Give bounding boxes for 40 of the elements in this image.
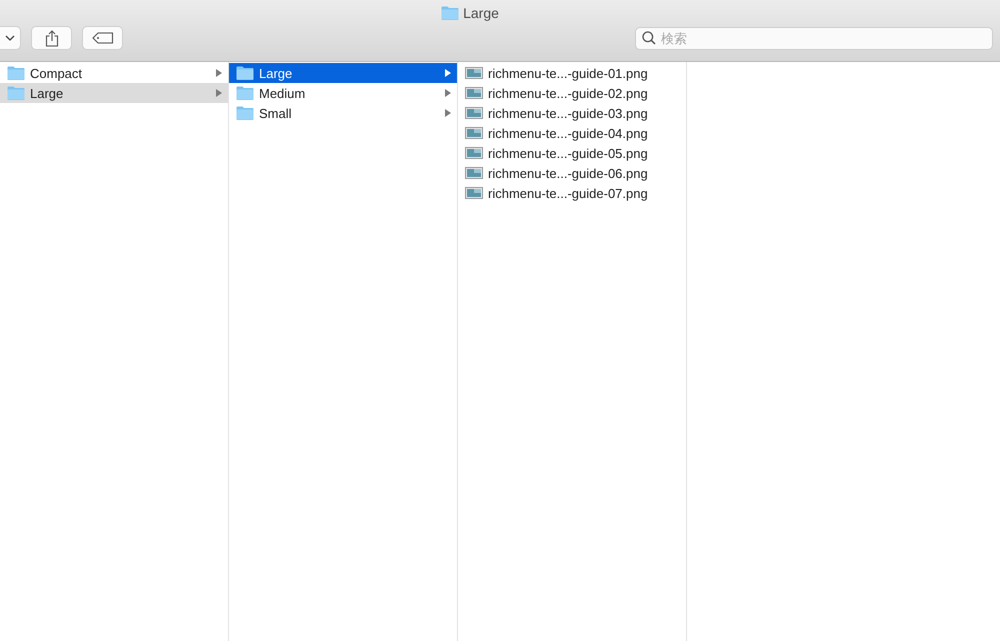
dropdown-button[interactable]: [0, 26, 21, 50]
tag-icon: [92, 32, 114, 44]
file-item[interactable]: richmenu-te...-guide-07.png: [458, 183, 686, 203]
file-item[interactable]: richmenu-te...-guide-02.png: [458, 83, 686, 103]
folder-item[interactable]: Large: [229, 63, 457, 83]
folder-item[interactable]: Compact: [0, 63, 228, 83]
search-input[interactable]: 検索: [661, 30, 986, 46]
disclosure-arrow-icon: [445, 109, 451, 117]
folder-item[interactable]: Large: [0, 83, 228, 103]
disclosure-arrow-icon: [445, 89, 451, 97]
image-file-icon: [465, 126, 483, 140]
folder-icon: [7, 66, 25, 80]
title-folder-icon: [441, 6, 460, 20]
window-title: Large: [463, 5, 499, 21]
image-file-icon: [465, 66, 483, 80]
share-button[interactable]: [31, 26, 72, 50]
image-file-icon: [465, 86, 483, 100]
disclosure-arrow-icon: [216, 69, 222, 77]
folder-icon: [236, 66, 254, 80]
image-file-icon: [465, 106, 483, 120]
tag-button[interactable]: [82, 26, 123, 50]
search-field[interactable]: 検索: [635, 26, 993, 50]
file-item[interactable]: richmenu-te...-guide-04.png: [458, 123, 686, 143]
folder-icon: [7, 86, 25, 100]
file-item[interactable]: richmenu-te...-guide-05.png: [458, 143, 686, 163]
disclosure-arrow-icon: [445, 69, 451, 77]
file-item[interactable]: richmenu-te...-guide-03.png: [458, 103, 686, 123]
folder-icon: [236, 106, 254, 120]
image-file-icon: [465, 186, 483, 200]
file-item[interactable]: richmenu-te...-guide-01.png: [458, 63, 686, 83]
share-icon: [44, 30, 58, 46]
disclosure-arrow-icon: [216, 89, 222, 97]
folder-item[interactable]: Small: [229, 103, 457, 123]
chevron-icon: [5, 35, 15, 41]
image-file-icon: [465, 166, 483, 180]
search-icon: [642, 31, 656, 45]
image-file-icon: [465, 146, 483, 160]
folder-item[interactable]: Medium: [229, 83, 457, 103]
file-item[interactable]: richmenu-te...-guide-06.png: [458, 163, 686, 183]
folder-icon: [236, 86, 254, 100]
